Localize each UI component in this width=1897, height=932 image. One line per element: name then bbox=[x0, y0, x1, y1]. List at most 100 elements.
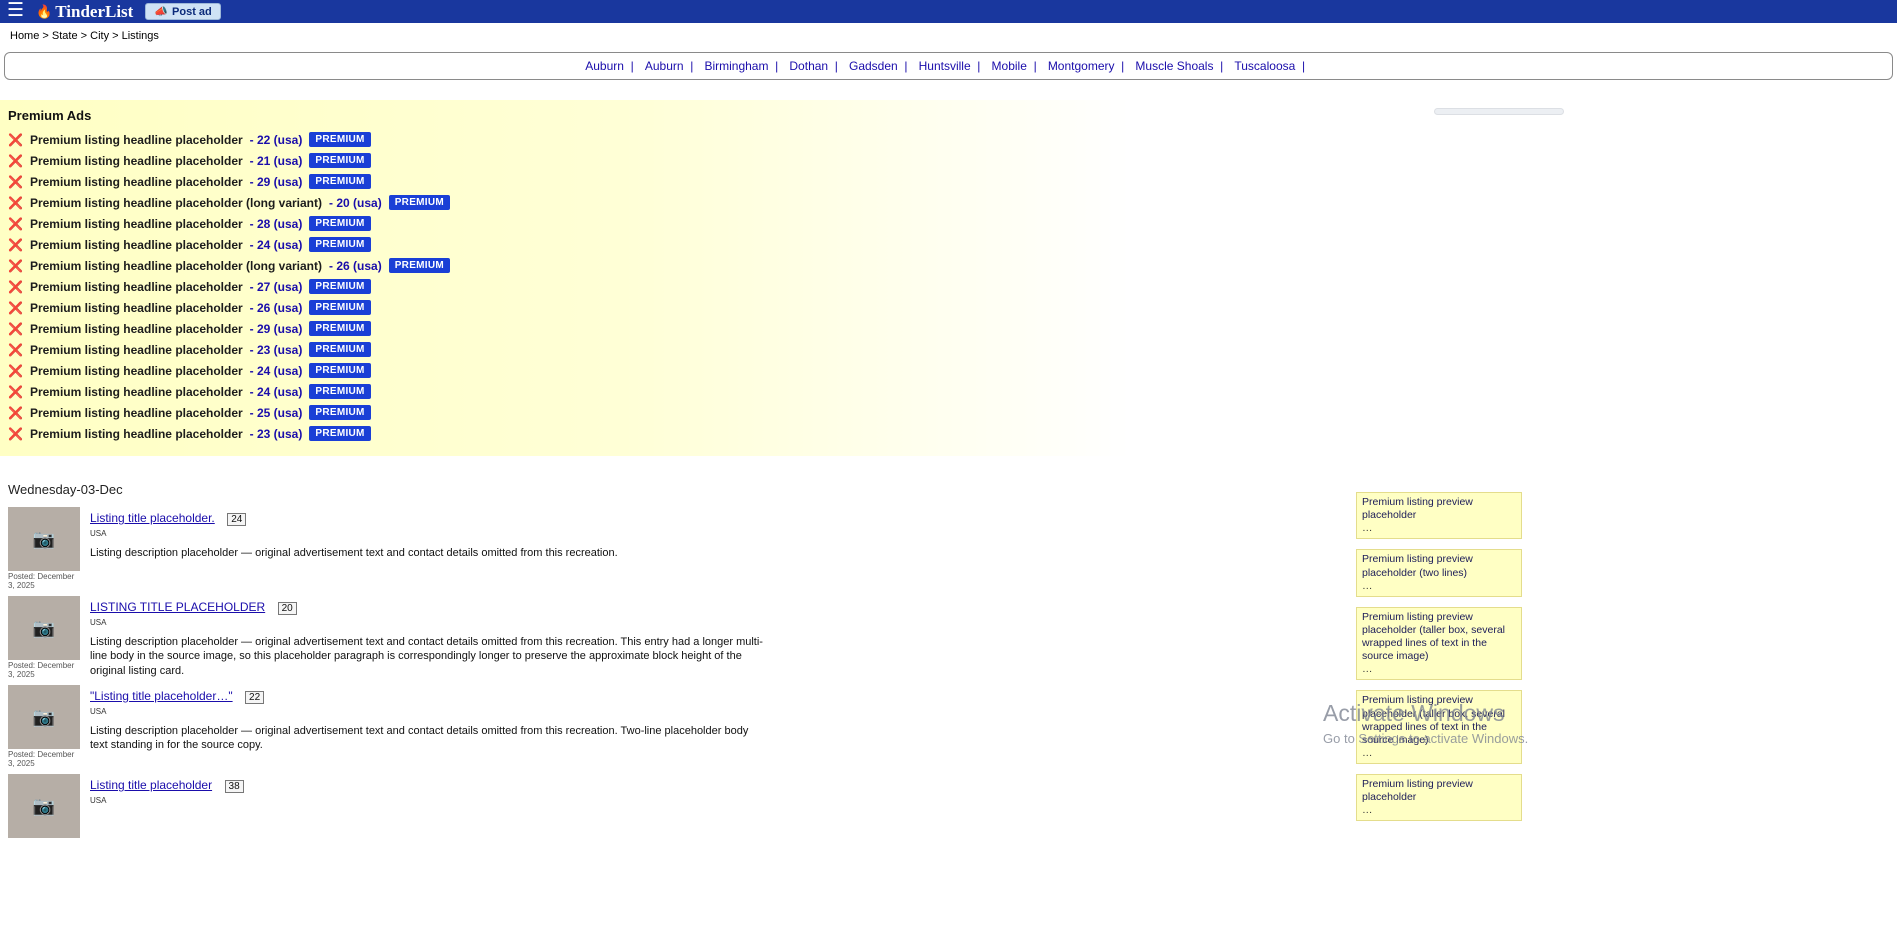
premium-ad-row[interactable]: ❌ Premium listing headline placeholder -… bbox=[0, 381, 1130, 402]
horizontal-scrollbar[interactable] bbox=[1434, 108, 1564, 115]
premium-ad-row[interactable]: ❌ Premium listing headline placeholder -… bbox=[0, 150, 1130, 171]
premium-ad-title[interactable]: Premium listing headline placeholder bbox=[30, 343, 243, 357]
breadcrumb-item[interactable]: Home bbox=[10, 30, 39, 42]
premium-ad-title[interactable]: Premium listing headline placeholder bbox=[30, 364, 243, 378]
listing-title-link[interactable]: Listing title placeholder bbox=[90, 778, 212, 792]
premium-badge: PREMIUM bbox=[389, 258, 450, 273]
premium-ad-row[interactable]: ❌ Premium listing headline placeholder -… bbox=[0, 171, 1130, 192]
premium-ad-age-location: - 21 (usa) bbox=[250, 154, 303, 168]
sidebar-preview-ellipsis: … bbox=[1362, 663, 1516, 676]
premium-badge: PREMIUM bbox=[309, 132, 370, 147]
premium-section-title: Premium Ads bbox=[0, 104, 1130, 129]
premium-ad-title[interactable]: Premium listing headline placeholder bbox=[30, 154, 243, 168]
city-link[interactable]: Dothan bbox=[789, 59, 844, 73]
premium-ad-age-location: - 26 (usa) bbox=[329, 259, 382, 273]
sidebar-preview-box[interactable]: Premium listing preview placeholder (two… bbox=[1356, 549, 1522, 596]
city-link[interactable]: Huntsville bbox=[919, 59, 987, 73]
premium-ad-row[interactable]: ❌ Premium listing headline placeholder -… bbox=[0, 318, 1130, 339]
premium-ad-title[interactable]: Premium listing headline placeholder bbox=[30, 217, 243, 231]
sidebar-preview-text: Premium listing preview placeholder (tal… bbox=[1362, 611, 1516, 664]
listing-thumb-column: 📷 Posted: December 3, 2025 bbox=[8, 507, 82, 590]
listing-card-body: Listing title placeholder. 24 USA Listin… bbox=[90, 507, 830, 590]
premium-ad-age-location: - 20 (usa) bbox=[329, 196, 382, 210]
brand-logo[interactable]: 🔥 TinderList bbox=[36, 2, 133, 22]
city-link[interactable]: Montgomery bbox=[1048, 59, 1131, 73]
premium-ad-row[interactable]: ❌ Premium listing headline placeholder -… bbox=[0, 213, 1130, 234]
sidebar-preview-text: Premium listing preview placeholder (tal… bbox=[1362, 694, 1516, 747]
breadcrumb-item[interactable]: City bbox=[81, 30, 109, 42]
ad-marker-icon: ❌ bbox=[8, 322, 23, 336]
breadcrumb-item[interactable]: State bbox=[42, 30, 77, 42]
premium-ad-row[interactable]: ❌ Premium listing headline placeholder -… bbox=[0, 402, 1130, 423]
listing-card-body: Listing title placeholder 38 USA bbox=[90, 774, 830, 839]
listing-card-body: "Listing title placeholder…" 22 USA List… bbox=[90, 685, 830, 768]
premium-ad-title[interactable]: Premium listing headline placeholder bbox=[30, 406, 243, 420]
premium-ad-row[interactable]: ❌ Premium listing headline placeholder -… bbox=[0, 423, 1130, 444]
premium-ad-row[interactable]: ❌ Premium listing headline placeholder -… bbox=[0, 234, 1130, 255]
premium-badge: PREMIUM bbox=[309, 363, 370, 378]
listing-thumb-column: 📷 Posted: December 3, 2025 bbox=[8, 685, 82, 768]
premium-ad-title[interactable]: Premium listing headline placeholder bbox=[30, 238, 243, 252]
age-badge: 24 bbox=[227, 513, 246, 526]
listing-description: Listing description placeholder — origin… bbox=[90, 635, 765, 678]
country-label: USA bbox=[90, 529, 830, 538]
premium-ad-title[interactable]: Premium listing headline placeholder bbox=[30, 175, 243, 189]
sidebar-preview-box[interactable]: Premium listing preview placeholder … bbox=[1356, 774, 1522, 821]
premium-badge: PREMIUM bbox=[309, 321, 370, 336]
ad-marker-icon: ❌ bbox=[8, 238, 23, 252]
premium-ad-title[interactable]: Premium listing headline placeholder (lo… bbox=[30, 196, 322, 210]
premium-ad-row[interactable]: ❌ Premium listing headline placeholder (… bbox=[0, 192, 1130, 213]
premium-badge: PREMIUM bbox=[309, 384, 370, 399]
listing-title-link[interactable]: LISTING TITLE PLACEHOLDER bbox=[90, 600, 265, 614]
post-ad-button[interactable]: 📣 Post ad bbox=[145, 3, 220, 20]
premium-ad-title[interactable]: Premium listing headline placeholder bbox=[30, 427, 243, 441]
ad-marker-icon: ❌ bbox=[8, 154, 23, 168]
sidebar-preview-text: Premium listing preview placeholder bbox=[1362, 778, 1516, 804]
city-link[interactable]: Mobile bbox=[992, 59, 1044, 73]
premium-ad-title[interactable]: Premium listing headline placeholder bbox=[30, 280, 243, 294]
listing-photo-placeholder[interactable]: 📷 bbox=[8, 685, 80, 749]
premium-ad-age-location: - 24 (usa) bbox=[250, 364, 303, 378]
sidebar-preview-box[interactable]: Premium listing preview placeholder (tal… bbox=[1356, 607, 1522, 681]
listing-title-link[interactable]: "Listing title placeholder…" bbox=[90, 689, 233, 703]
hamburger-icon[interactable]: ☰ bbox=[7, 1, 24, 20]
premium-ad-title[interactable]: Premium listing headline placeholder (lo… bbox=[30, 259, 322, 273]
premium-ad-age-location: - 26 (usa) bbox=[250, 301, 303, 315]
listing-card: 📷 Posted: December 3, 2025 Listing title… bbox=[8, 507, 830, 592]
city-link[interactable]: Gadsden bbox=[849, 59, 914, 73]
premium-ad-row[interactable]: ❌ Premium listing headline placeholder -… bbox=[0, 297, 1130, 318]
ad-marker-icon: ❌ bbox=[8, 343, 23, 357]
premium-ad-row[interactable]: ❌ Premium listing headline placeholder -… bbox=[0, 129, 1130, 150]
city-link[interactable]: Auburn bbox=[645, 59, 700, 73]
listing-title-link[interactable]: Listing title placeholder. bbox=[90, 511, 215, 525]
listing-photo-placeholder[interactable]: 📷 bbox=[8, 596, 80, 660]
premium-ad-title[interactable]: Premium listing headline placeholder bbox=[30, 322, 243, 336]
ad-marker-icon: ❌ bbox=[8, 301, 23, 315]
premium-ad-age-location: - 25 (usa) bbox=[250, 406, 303, 420]
sidebar-preview-box[interactable]: Premium listing preview placeholder (tal… bbox=[1356, 690, 1522, 764]
breadcrumb-item[interactable]: Listings bbox=[112, 30, 159, 42]
premium-ad-title[interactable]: Premium listing headline placeholder bbox=[30, 301, 243, 315]
listing-photo-placeholder[interactable]: 📷 bbox=[8, 507, 80, 571]
premium-badge: PREMIUM bbox=[309, 426, 370, 441]
city-link[interactable]: Birmingham bbox=[704, 59, 784, 73]
city-link[interactable]: Tuscaloosa bbox=[1234, 59, 1311, 73]
premium-ads-list: ❌ Premium listing headline placeholder -… bbox=[0, 129, 1130, 444]
city-link[interactable]: Muscle Shoals bbox=[1135, 59, 1230, 73]
age-badge: 22 bbox=[245, 691, 264, 704]
premium-ad-row[interactable]: ❌ Premium listing headline placeholder -… bbox=[0, 339, 1130, 360]
sidebar-preview-ellipsis: … bbox=[1362, 580, 1516, 593]
premium-badge: PREMIUM bbox=[309, 237, 370, 252]
premium-ad-age-location: - 29 (usa) bbox=[250, 175, 303, 189]
city-link[interactable]: Auburn bbox=[585, 59, 640, 73]
premium-ad-row[interactable]: ❌ Premium listing headline placeholder (… bbox=[0, 255, 1130, 276]
premium-ad-row[interactable]: ❌ Premium listing headline placeholder -… bbox=[0, 276, 1130, 297]
premium-ad-row[interactable]: ❌ Premium listing headline placeholder -… bbox=[0, 360, 1130, 381]
ad-marker-icon: ❌ bbox=[8, 259, 23, 273]
listing-photo-placeholder[interactable]: 📷 bbox=[8, 774, 80, 838]
age-badge: 20 bbox=[278, 602, 297, 615]
sidebar-preview-box[interactable]: Premium listing preview placeholder … bbox=[1356, 492, 1522, 539]
premium-ad-title[interactable]: Premium listing headline placeholder bbox=[30, 385, 243, 399]
premium-badge: PREMIUM bbox=[309, 405, 370, 420]
premium-ad-title[interactable]: Premium listing headline placeholder bbox=[30, 133, 243, 147]
